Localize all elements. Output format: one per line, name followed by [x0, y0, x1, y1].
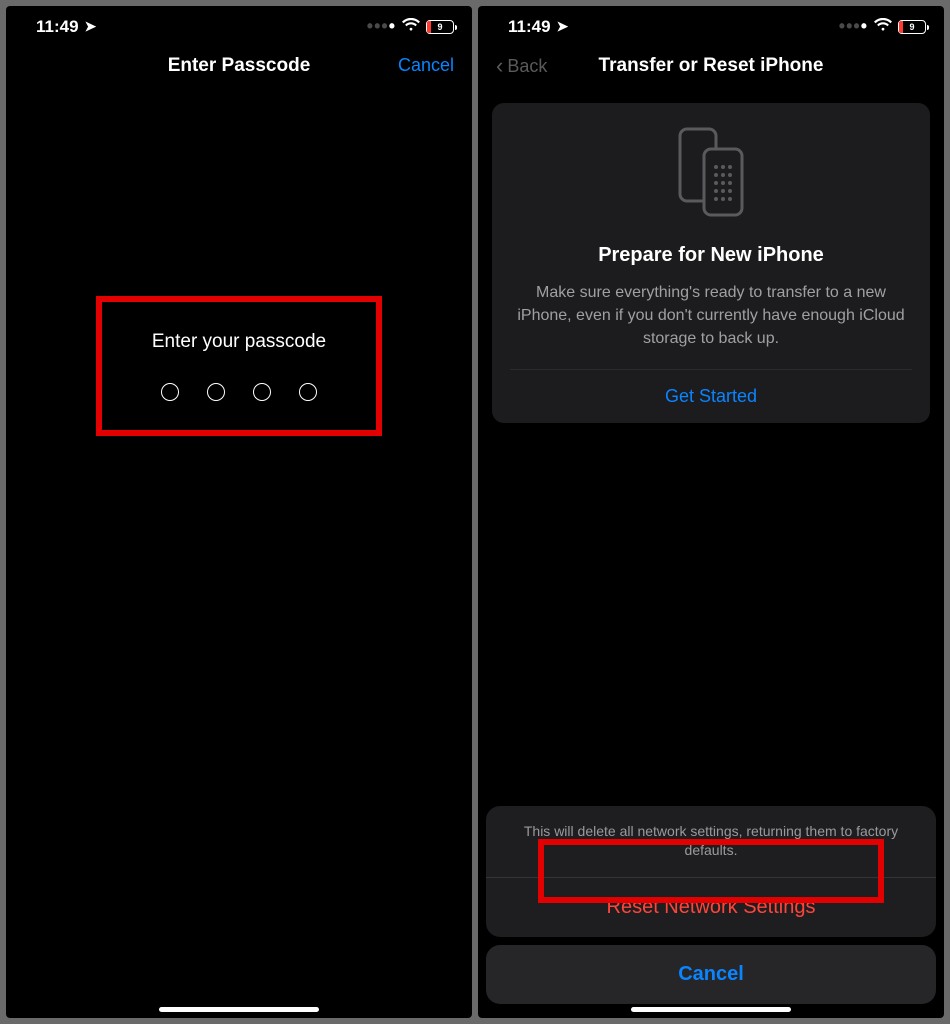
nav-bar: Enter Passcode Cancel: [6, 43, 472, 88]
phone-right: 11:49 ➤ •••• 9 ‹ Back Transfer or Reset …: [478, 6, 944, 1018]
back-label: Back: [507, 56, 547, 77]
passcode-dot: [161, 383, 179, 401]
status-bar: 11:49 ➤ •••• 9: [478, 6, 944, 43]
chevron-left-icon: ‹: [496, 55, 503, 77]
get-started-button[interactable]: Get Started: [665, 370, 757, 423]
status-time: 11:49: [36, 17, 79, 37]
ellipsis-icon: ••••: [367, 16, 396, 37]
battery-icon: 9: [898, 20, 926, 34]
passcode-dot: [253, 383, 271, 401]
card-title: Prepare for New iPhone: [598, 244, 824, 267]
page-title: Transfer or Reset iPhone: [478, 55, 944, 77]
home-indicator[interactable]: [631, 1007, 791, 1012]
passcode-dot: [299, 383, 317, 401]
location-icon: ➤: [85, 18, 97, 35]
wifi-icon: [402, 18, 420, 36]
back-button[interactable]: ‹ Back: [496, 55, 547, 77]
passcode-dots: [161, 383, 317, 401]
sheet-message: This will delete all network settings, r…: [486, 806, 936, 877]
battery-icon: 9: [426, 20, 454, 34]
wifi-icon: [874, 18, 892, 36]
passcode-prompt: Enter your passcode: [152, 331, 326, 353]
nav-bar: ‹ Back Transfer or Reset iPhone: [478, 43, 944, 89]
location-icon: ➤: [557, 18, 569, 35]
home-indicator[interactable]: [159, 1007, 319, 1012]
ellipsis-icon: ••••: [839, 16, 868, 37]
card-description: Make sure everything's ready to transfer…: [510, 281, 912, 351]
prepare-card: Prepare for New iPhone Make sure everyth…: [492, 103, 930, 423]
phone-left: 11:49 ➤ •••• 9 Enter Passcode Cancel Ent…: [6, 6, 472, 1018]
reset-network-settings-button[interactable]: Reset Network Settings: [486, 878, 936, 937]
sheet-cancel-button[interactable]: Cancel: [486, 945, 936, 1004]
passcode-entry[interactable]: Enter your passcode: [96, 296, 382, 436]
action-sheet: This will delete all network settings, r…: [486, 806, 936, 1004]
phones-icon: [676, 127, 746, 224]
cancel-button[interactable]: Cancel: [398, 55, 454, 76]
status-bar: 11:49 ➤ •••• 9: [6, 6, 472, 43]
passcode-dot: [207, 383, 225, 401]
status-time: 11:49: [508, 17, 551, 37]
